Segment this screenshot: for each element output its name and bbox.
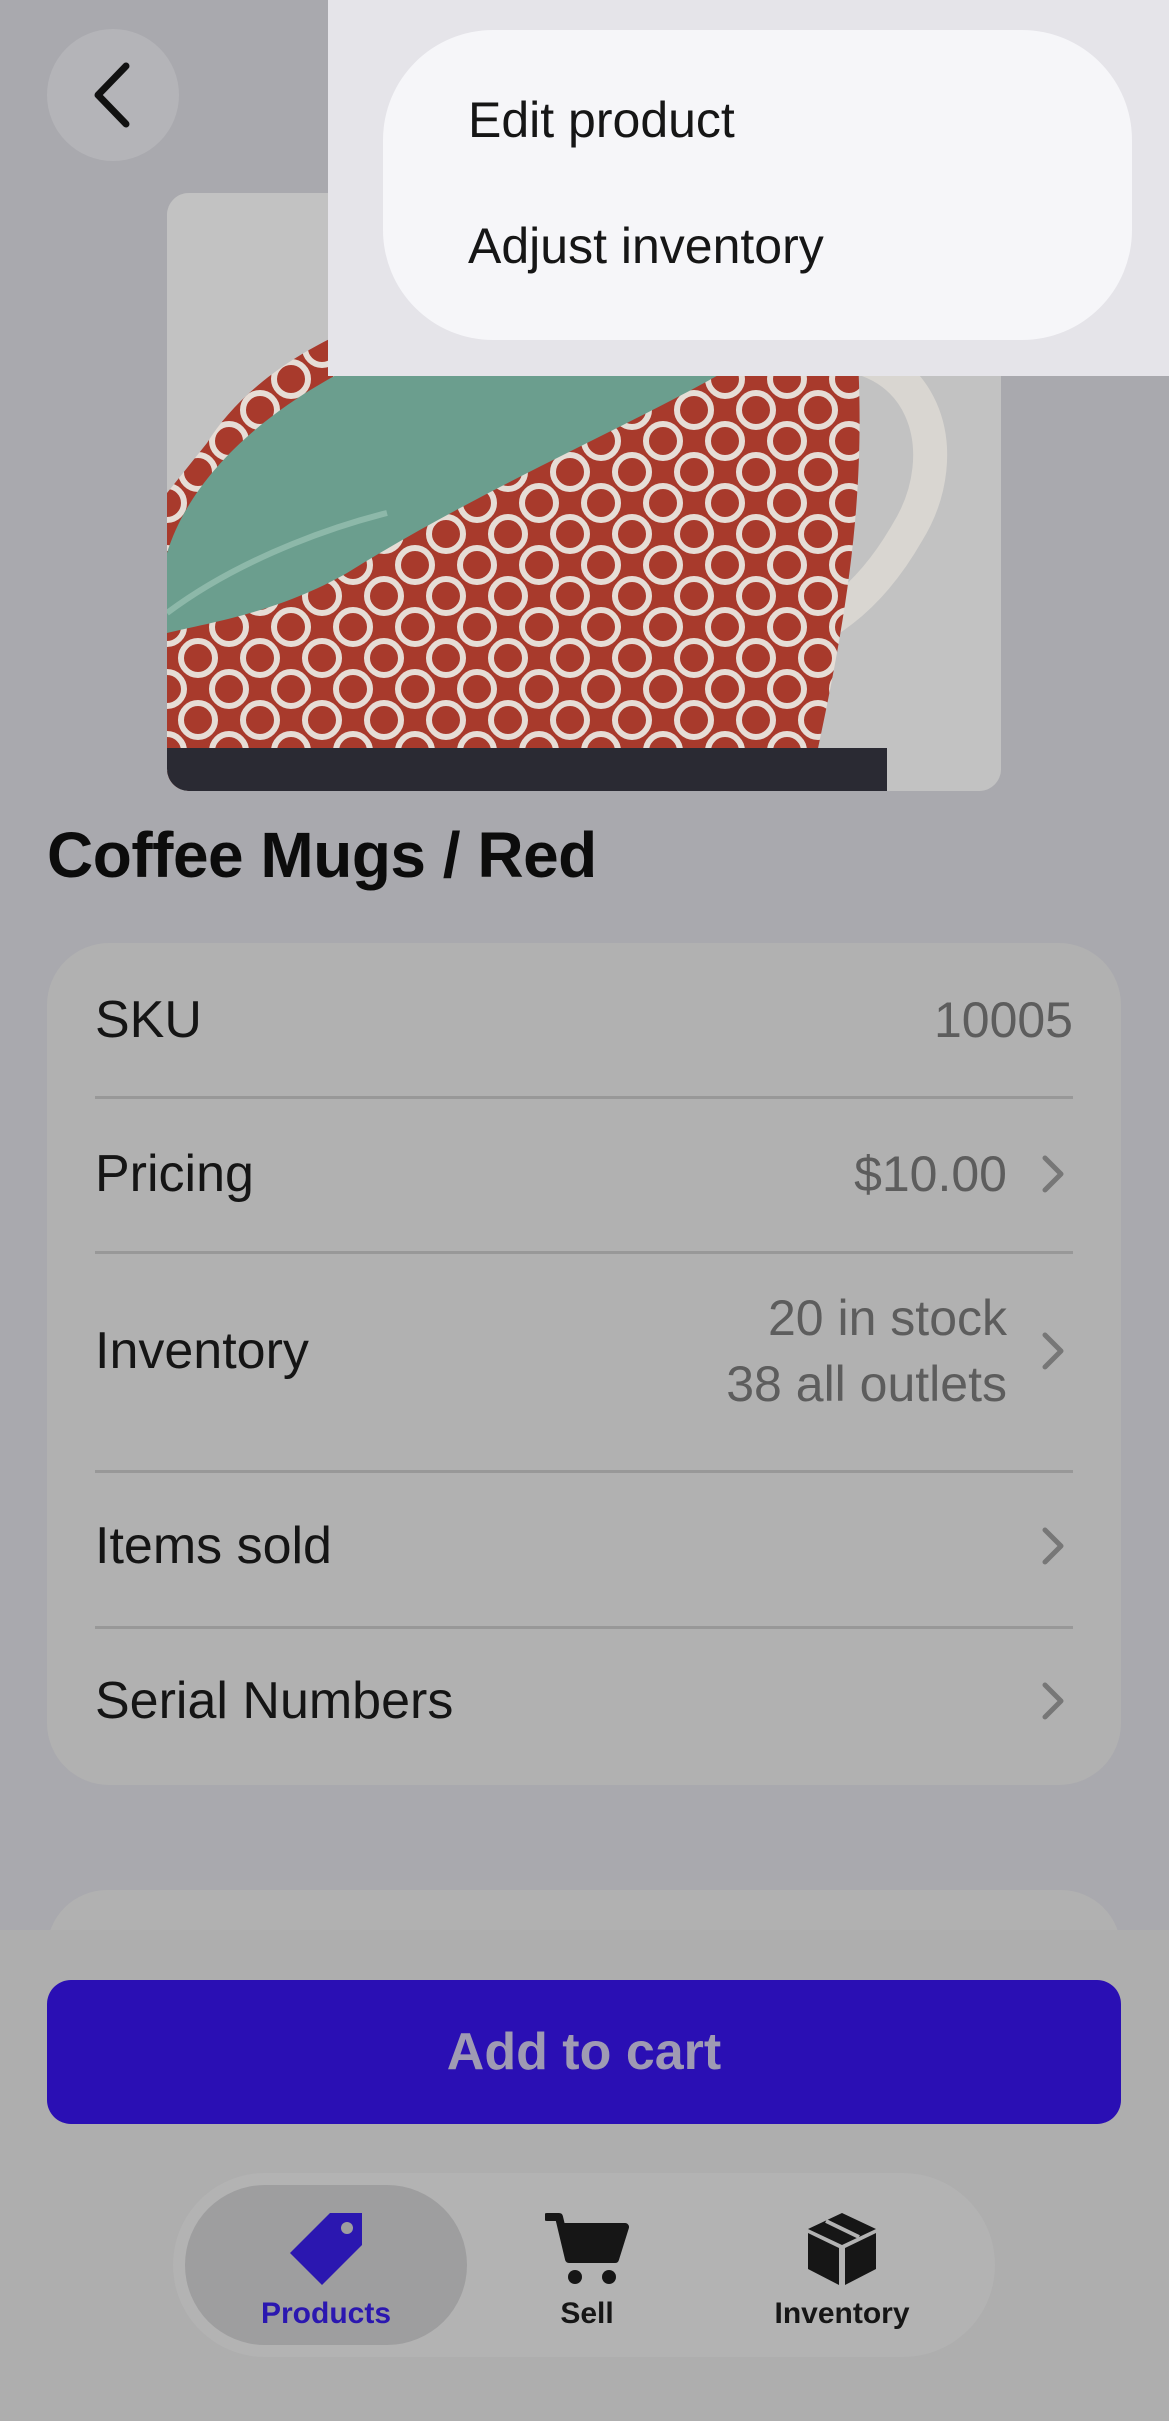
pricing-label: Pricing xyxy=(95,1145,254,1203)
context-menu: Edit product Adjust inventory xyxy=(383,30,1132,340)
menu-item-edit-product[interactable]: Edit product xyxy=(468,91,735,149)
divider xyxy=(95,1626,1073,1629)
tag-icon xyxy=(284,2209,368,2289)
items-sold-row[interactable]: Items sold xyxy=(95,1491,1073,1601)
tab-bar: Products Sell Inventory xyxy=(173,2173,995,2357)
inventory-value: 20 in stock 38 all outlets xyxy=(726,1285,1007,1417)
serial-numbers-row[interactable]: Serial Numbers xyxy=(95,1646,1073,1756)
pricing-row[interactable]: Pricing $10.00 xyxy=(95,1119,1073,1229)
inventory-label: Inventory xyxy=(95,1321,309,1380)
product-details-card: SKU 10005 Pricing $10.00 Inventory 20 in… xyxy=(47,943,1121,1785)
box-icon xyxy=(804,2209,880,2289)
pricing-value: $10.00 xyxy=(854,1146,1007,1202)
tab-label: Products xyxy=(260,2297,392,2330)
inventory-row[interactable]: Inventory 20 in stock 38 all outlets xyxy=(95,1268,1073,1433)
chevron-right-icon xyxy=(1033,1331,1073,1371)
sku-value: 10005 xyxy=(933,992,1073,1048)
chevron-right-icon xyxy=(1033,1154,1073,1194)
divider xyxy=(95,1470,1073,1473)
chevron-right-icon xyxy=(1033,1681,1073,1721)
tab-products[interactable]: Products xyxy=(185,2185,467,2345)
sku-row: SKU 10005 xyxy=(95,965,1073,1075)
chevron-right-icon xyxy=(1033,1526,1073,1566)
serial-numbers-label: Serial Numbers xyxy=(95,1672,454,1730)
tab-label: Inventory xyxy=(774,2297,910,2330)
divider xyxy=(95,1251,1073,1254)
sku-label: SKU xyxy=(95,991,202,1049)
items-sold-label: Items sold xyxy=(95,1517,332,1575)
cart-icon xyxy=(545,2209,629,2289)
menu-item-adjust-inventory[interactable]: Adjust inventory xyxy=(468,217,824,275)
add-to-cart-button[interactable]: Add to cart xyxy=(47,1980,1121,2124)
chevron-left-icon xyxy=(94,62,130,128)
divider xyxy=(95,1096,1073,1099)
product-title: Coffee Mugs / Red xyxy=(47,819,597,891)
inventory-in-stock: 20 in stock xyxy=(767,1289,1007,1346)
tab-label: Sell xyxy=(560,2297,614,2330)
tab-inventory[interactable]: Inventory xyxy=(701,2185,983,2345)
tab-sell[interactable]: Sell xyxy=(446,2185,728,2345)
inventory-all-outlets: 38 all outlets xyxy=(726,1355,1007,1412)
back-button[interactable] xyxy=(47,29,179,161)
